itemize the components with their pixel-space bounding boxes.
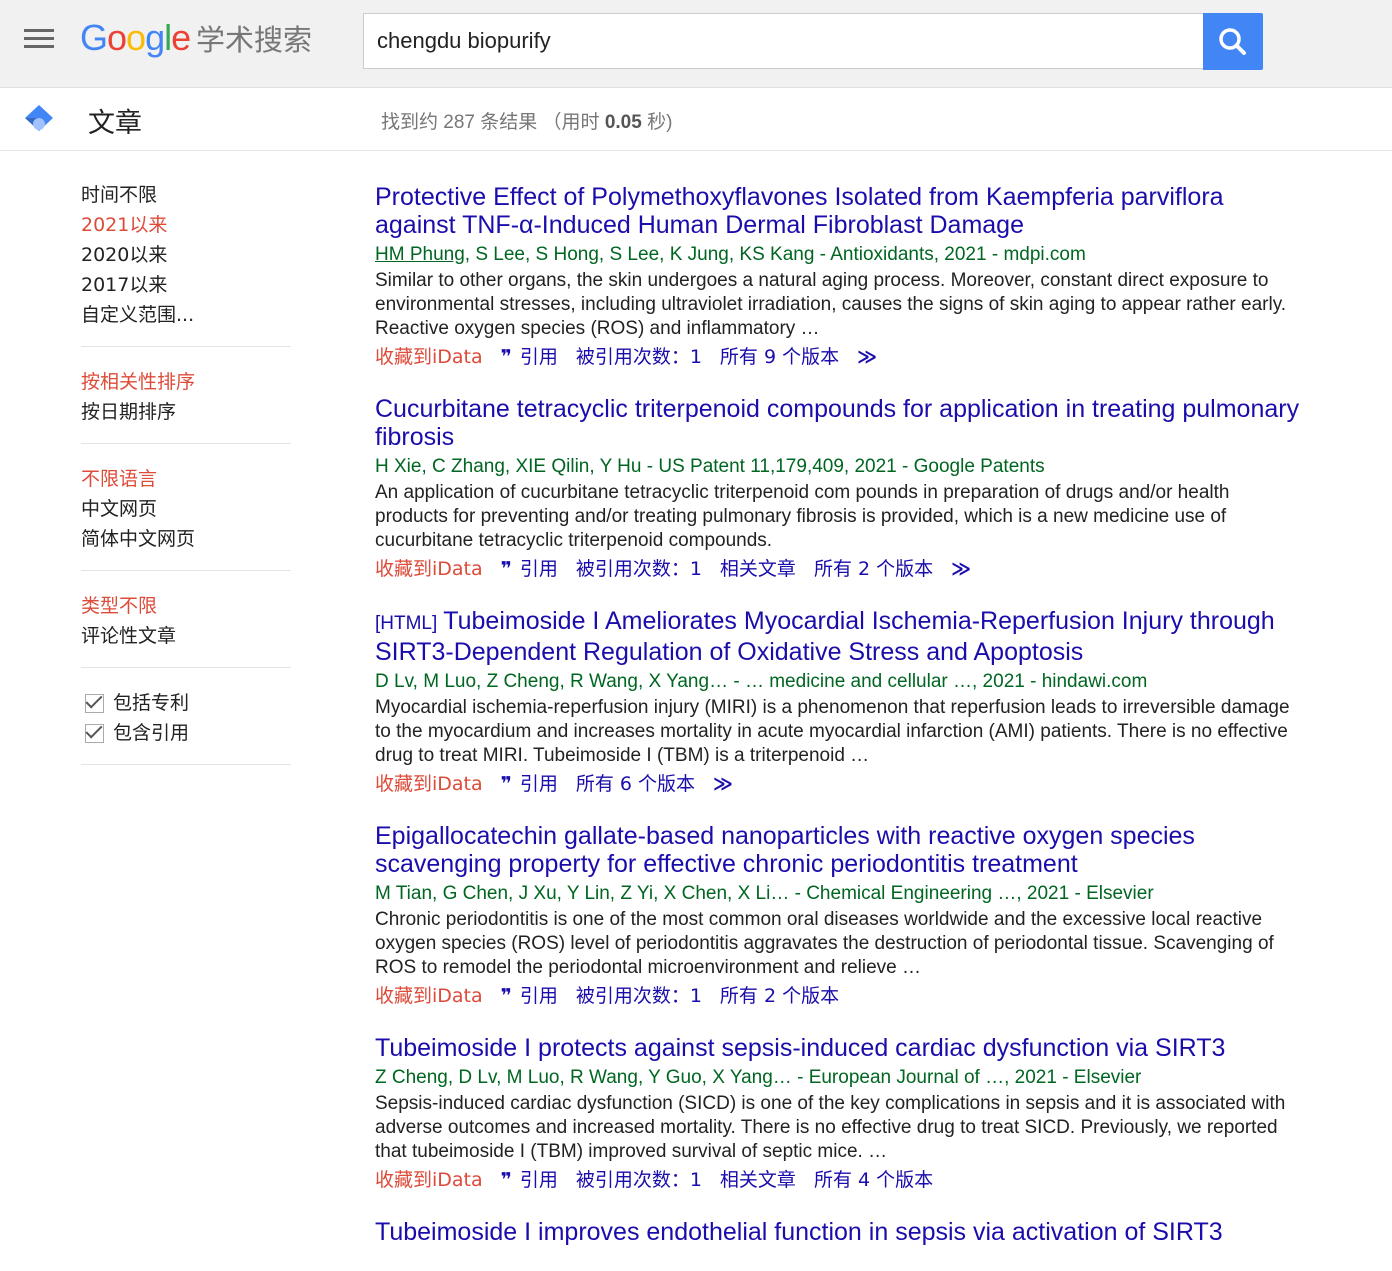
cite-link[interactable]: 引用 (520, 346, 558, 368)
result-title[interactable]: Tubeimoside I protects against sepsis-in… (375, 1034, 1305, 1062)
include-patents-checkbox[interactable]: 包括专利 (81, 688, 291, 718)
cite-link[interactable]: 引用 (520, 558, 558, 580)
include-patents-label: 包括专利 (113, 692, 190, 714)
result-meta: H Xie, C Zhang, XIE Qilin, Y Hu - US Pat… (375, 456, 1045, 477)
sidebar: 时间不限 2021以来 2020以来 2017以来 自定义范围... 按相关性排… (81, 180, 291, 785)
result-snippet: An application of cucurbitane tetracycli… (375, 482, 1230, 551)
filter-any-time[interactable]: 时间不限 (81, 180, 291, 210)
save-to-idata-link[interactable]: 收藏到iData (375, 558, 483, 580)
search-box[interactable] (363, 13, 1203, 69)
time-filter-group: 时间不限 2021以来 2020以来 2017以来 自定义范围... (81, 180, 291, 347)
result-item: Tubeimoside I protects against sepsis-in… (375, 1034, 1305, 1195)
cite-link[interactable]: 引用 (520, 985, 558, 1007)
result-actions: 收藏到iData ❞ 引用 被引用次数：1 相关文章 所有 2 个版本 ≫ (375, 554, 1305, 584)
quote-icon[interactable]: ❞ (501, 773, 512, 795)
related-articles-link[interactable]: 相关文章 (720, 558, 796, 580)
cite-link[interactable]: 引用 (520, 773, 558, 795)
more-chevron-icon[interactable]: ≫ (857, 346, 877, 368)
sort-by-relevance[interactable]: 按相关性排序 (81, 367, 291, 397)
quote-icon[interactable]: ❞ (501, 346, 512, 368)
lang-chinese[interactable]: 中文网页 (81, 494, 291, 524)
cite-link[interactable]: 引用 (520, 1169, 558, 1191)
result-meta: M Tian, G Chen, J Xu, Y Lin, Z Yi, X Che… (375, 883, 1154, 904)
save-to-idata-link[interactable]: 收藏到iData (375, 985, 483, 1007)
more-chevron-icon[interactable]: ≫ (951, 558, 971, 580)
lang-simplified-chinese[interactable]: 简体中文网页 (81, 524, 291, 554)
type-group: 类型不限 评论性文章 (81, 591, 291, 668)
result-snippet: Chronic periodontitis is one of the most… (375, 909, 1274, 978)
search-input[interactable] (364, 14, 1203, 68)
result-snippet: Sepsis-induced cardiac dysfunction (SICD… (375, 1093, 1286, 1162)
result-item: Tubeimoside I improves endothelial funct… (375, 1218, 1305, 1246)
result-title[interactable]: Tubeimoside I improves endothelial funct… (375, 1218, 1305, 1246)
quote-icon[interactable]: ❞ (501, 1169, 512, 1191)
include-citations-checkbox[interactable]: 包含引用 (81, 718, 291, 748)
result-item: [HTML] Tubeimoside I Ameliorates Myocardi… (375, 607, 1305, 799)
cited-by-link[interactable]: 被引用次数：1 (576, 346, 702, 368)
quote-icon[interactable]: ❞ (501, 558, 512, 580)
filter-since-2021[interactable]: 2021以来 (81, 210, 291, 240)
top-bar: Google 学术搜索 (0, 0, 1392, 88)
versions-link[interactable]: 所有 2 个版本 (814, 558, 933, 580)
result-title[interactable]: Protective Effect of Polymethoxyflavones… (375, 183, 1305, 239)
result-meta: HM Phung, S Lee, S Hong, S Lee, K Jung, … (375, 244, 1086, 265)
save-to-idata-link[interactable]: 收藏到iData (375, 773, 483, 795)
result-item: Cucurbitane tetracyclic triterpenoid com… (375, 395, 1305, 584)
language-group: 不限语言 中文网页 简体中文网页 (81, 464, 291, 571)
result-title[interactable]: Cucurbitane tetracyclic triterpenoid com… (375, 395, 1305, 451)
result-actions: 收藏到iData ❞ 引用 被引用次数：1 所有 9 个版本 ≫ (375, 342, 1305, 372)
cited-by-link[interactable]: 被引用次数：1 (576, 558, 702, 580)
search-icon (1219, 28, 1246, 55)
save-to-idata-link[interactable]: 收藏到iData (375, 1169, 483, 1191)
result-snippet: Similar to other organs, the skin underg… (375, 270, 1287, 339)
type-review[interactable]: 评论性文章 (81, 621, 291, 651)
search-button[interactable] (1203, 13, 1263, 70)
google-logo[interactable]: Google (80, 18, 191, 58)
include-citations-label: 包含引用 (113, 722, 190, 744)
save-to-idata-link[interactable]: 收藏到iData (375, 346, 483, 368)
versions-link[interactable]: 所有 4 个版本 (814, 1169, 933, 1191)
type-any[interactable]: 类型不限 (81, 591, 291, 621)
checkbox-group: 包括专利 包含引用 (81, 688, 291, 765)
cited-by-link[interactable]: 被引用次数：1 (576, 985, 702, 1007)
filter-since-2020[interactable]: 2020以来 (81, 240, 291, 270)
more-chevron-icon[interactable]: ≫ (713, 773, 733, 795)
result-item: Protective Effect of Polymethoxyflavones… (375, 183, 1305, 372)
versions-link[interactable]: 所有 6 个版本 (576, 773, 695, 795)
lang-any[interactable]: 不限语言 (81, 464, 291, 494)
section-title: 文章 (88, 108, 142, 139)
result-actions: 收藏到iData ❞ 引用 所有 6 个版本 ≫ (375, 769, 1305, 799)
result-meta: Z Cheng, D Lv, M Luo, R Wang, Y Guo, X Y… (375, 1067, 1142, 1088)
author-link[interactable]: HM Phung (375, 244, 465, 265)
result-actions: 收藏到iData ❞ 引用 被引用次数：1 相关文章 所有 4 个版本 (375, 1165, 1305, 1195)
checkmark-icon[interactable] (85, 723, 104, 743)
html-prefix[interactable]: [HTML] (375, 613, 437, 634)
filter-custom-range[interactable]: 自定义范围... (81, 300, 291, 330)
result-snippet: Myocardial ischemia-reperfusion injury (… (375, 697, 1290, 766)
result-title[interactable]: [HTML] Tubeimoside I Ameliorates Myocardi… (375, 607, 1305, 666)
scholar-cap-icon (25, 105, 53, 131)
results-list: Protective Effect of Polymethoxyflavones… (375, 183, 1305, 1269)
versions-link[interactable]: 所有 9 个版本 (720, 346, 839, 368)
result-actions: 收藏到iData ❞ 引用 被引用次数：1 所有 2 个版本 (375, 981, 1305, 1011)
logo-subtitle: 学术搜索 (196, 23, 313, 57)
result-meta: D Lv, M Luo, Z Cheng, R Wang, X Yang… - … (375, 671, 1148, 692)
result-item: Epigallocatechin gallate-based nanoparti… (375, 822, 1305, 1011)
sort-by-date[interactable]: 按日期排序 (81, 397, 291, 427)
hamburger-icon[interactable] (24, 29, 54, 51)
result-title[interactable]: Epigallocatechin gallate-based nanoparti… (375, 822, 1305, 878)
versions-link[interactable]: 所有 2 个版本 (720, 985, 839, 1007)
filter-since-2017[interactable]: 2017以来 (81, 270, 291, 300)
sort-group: 按相关性排序 按日期排序 (81, 367, 291, 444)
result-count: 找到约 287 条结果 （用时 0.05 秒) (381, 112, 673, 133)
quote-icon[interactable]: ❞ (501, 985, 512, 1007)
checkmark-icon[interactable] (85, 693, 104, 713)
related-articles-link[interactable]: 相关文章 (720, 1169, 796, 1191)
cited-by-link[interactable]: 被引用次数：1 (576, 1169, 702, 1191)
sub-bar: 文章 找到约 287 条结果 （用时 0.05 秒) (0, 88, 1392, 151)
